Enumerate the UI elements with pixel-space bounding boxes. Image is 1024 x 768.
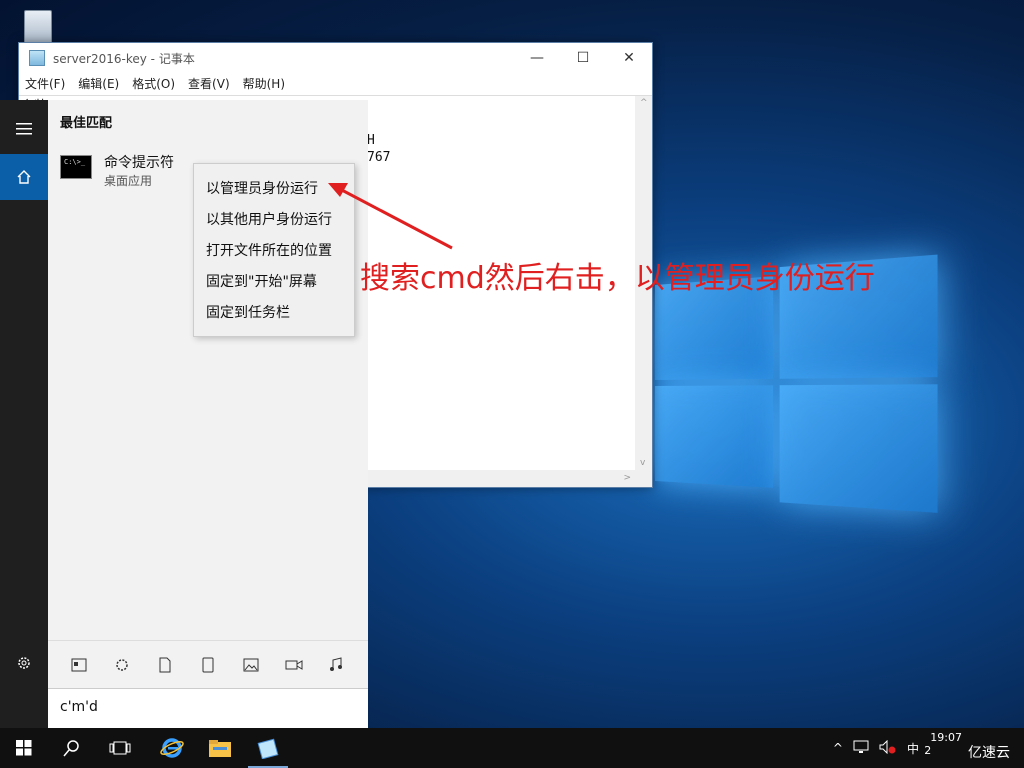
start-rail (0, 100, 48, 728)
scroll-down-icon[interactable]: v (640, 458, 645, 468)
menu-run-as-admin[interactable]: 以管理员身份运行 (206, 178, 318, 198)
notepad-taskbar-icon[interactable] (244, 728, 292, 768)
scroll-corner (635, 470, 652, 487)
image-icon[interactable] (241, 655, 261, 675)
home-icon[interactable] (0, 154, 48, 200)
text-line-3: 767 (367, 150, 391, 165)
menu-view[interactable]: 查看(V) (188, 75, 230, 92)
start-button[interactable] (0, 728, 48, 768)
command-prompt-icon: C:\>_ (60, 155, 92, 179)
maximize-button[interactable]: ☐ (560, 43, 606, 73)
menu-format[interactable]: 格式(O) (132, 75, 175, 92)
menu-file[interactable]: 文件(F) (25, 75, 65, 92)
menu-bar: 文件(F) 编辑(E) 格式(O) 查看(V) 帮助(H) (19, 73, 652, 93)
clock-date: 2 (924, 744, 932, 757)
internet-explorer-icon[interactable] (148, 728, 196, 768)
ime-indicator[interactable]: 中 (907, 740, 919, 757)
annotation-text: 搜索cmd然后右击，以管理员身份运行 (360, 261, 875, 296)
minimize-button[interactable]: — (514, 43, 560, 73)
menu-pin-to-start[interactable]: 固定到"开始"屏幕 (206, 271, 317, 291)
window-title: server2016-key - 记事本 (53, 51, 195, 66)
search-category-bar (48, 640, 368, 688)
best-match-heading: 最佳匹配 (60, 116, 113, 131)
menu-help[interactable]: 帮助(H) (243, 75, 285, 92)
search-query-text: c'm'd (60, 699, 98, 715)
recycle-bin-icon[interactable] (18, 6, 58, 44)
close-button[interactable]: ✕ (606, 43, 652, 73)
volume-muted-icon[interactable] (879, 739, 897, 757)
taskbar: ^ 中 19:07 2 亿速云 (0, 728, 1024, 768)
clock-time: 19:07 (930, 731, 962, 744)
music-icon[interactable] (326, 655, 346, 675)
clock[interactable]: 19:07 2 (924, 731, 962, 757)
search-input[interactable]: c'm'd (48, 688, 368, 729)
context-menu: 以管理员身份运行 以其他用户身份运行 打开文件所在的位置 固定到"开始"屏幕 固… (193, 163, 355, 337)
document-icon[interactable] (155, 655, 175, 675)
file-explorer-icon[interactable] (196, 728, 244, 768)
result-subtitle: 桌面应用 (104, 174, 153, 188)
scroll-right-icon[interactable]: > (623, 473, 631, 483)
chevron-up-icon[interactable]: ^ (833, 741, 843, 755)
phone-icon[interactable] (198, 655, 218, 675)
notepad-titlebar[interactable]: server2016-key - 记事本 — ☐ ✕ (19, 43, 652, 73)
video-icon[interactable] (284, 655, 304, 675)
search-icon[interactable] (48, 728, 96, 768)
windows-logo-wallpaper (655, 254, 943, 527)
menu-run-as-other-user[interactable]: 以其他用户身份运行 (206, 209, 332, 229)
notepad-icon (29, 50, 45, 66)
menu-open-file-location[interactable]: 打开文件所在的位置 (206, 240, 332, 260)
news-icon[interactable] (69, 655, 89, 675)
windows-start-icon (16, 740, 32, 756)
yisuyun-watermark: 亿速云 (968, 745, 1010, 761)
task-view-icon[interactable] (96, 728, 144, 768)
menu-pin-to-taskbar[interactable]: 固定到任务栏 (206, 302, 290, 322)
settings-gear-icon[interactable] (0, 640, 48, 686)
menu-edit[interactable]: 编辑(E) (78, 75, 119, 92)
result-title: 命令提示符 (104, 155, 174, 171)
hamburger-menu-icon[interactable] (0, 106, 48, 152)
text-line-2: H (367, 133, 375, 148)
scroll-up-icon[interactable]: ^ (640, 98, 648, 108)
network-icon[interactable] (853, 740, 869, 757)
settings-icon[interactable] (112, 655, 132, 675)
